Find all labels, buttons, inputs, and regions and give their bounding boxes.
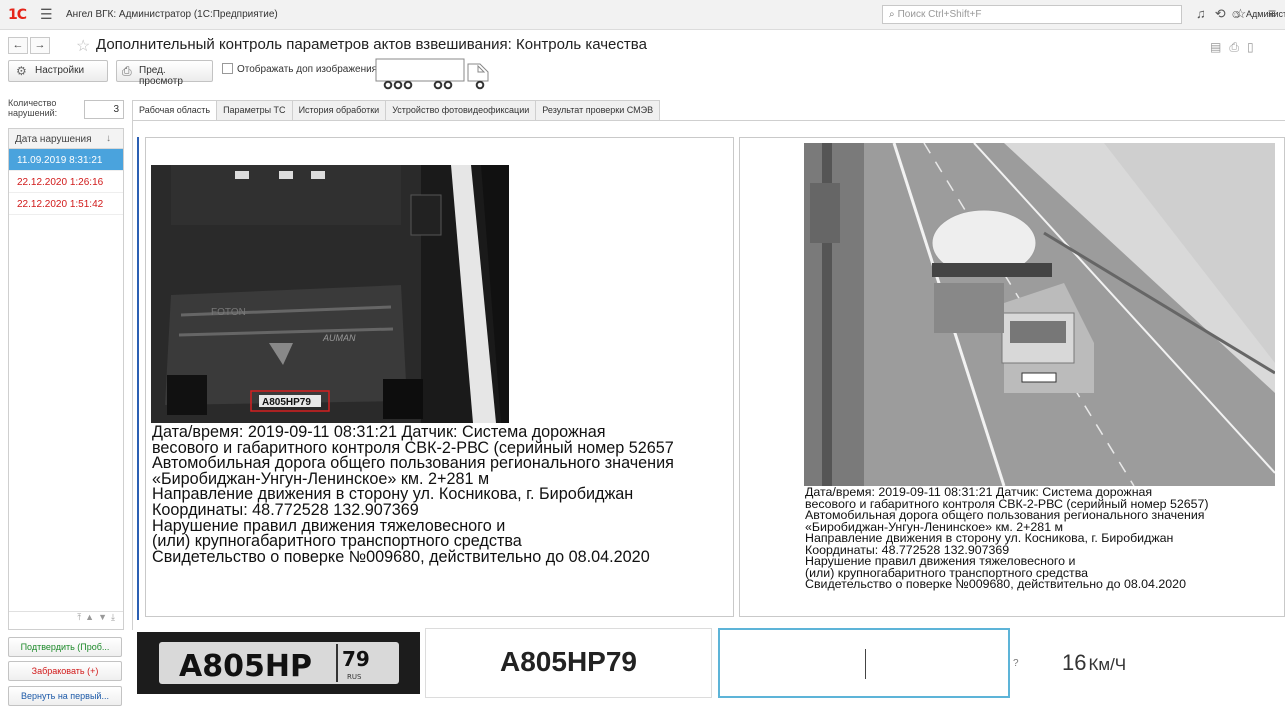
preview-button[interactable]: ⎙ Пред. просмотр bbox=[116, 60, 213, 87]
scroll-down-icon[interactable]: ▼ bbox=[98, 612, 111, 622]
scroll-up-icon[interactable]: ▲ bbox=[85, 612, 98, 622]
favorite-star-icon[interactable]: ☆ bbox=[76, 36, 90, 56]
return-button[interactable]: Вернуть на первый... bbox=[8, 686, 122, 706]
tab-smev-result[interactable]: Результат проверки СМЭВ bbox=[535, 100, 661, 120]
form-header-icons: ▤⎙▯ bbox=[1210, 40, 1262, 55]
forward-button[interactable]: → bbox=[30, 37, 50, 54]
svg-text:FOTON: FOTON bbox=[211, 307, 246, 318]
overview-camera-photo[interactable] bbox=[804, 143, 1275, 486]
scroll-top-icon[interactable]: ⤒ bbox=[77, 612, 85, 622]
tab-vehicle-params[interactable]: Параметры ТС bbox=[216, 100, 293, 120]
photo-plate-text: А805НР79 bbox=[262, 397, 311, 408]
settings-icon: ⚙ bbox=[16, 64, 27, 78]
settings-label: Настройки bbox=[35, 65, 85, 76]
reject-button[interactable]: Забраковать (+) bbox=[8, 661, 122, 681]
search-icon: ⌕ bbox=[889, 9, 895, 20]
preview-label: Пред. просмотр bbox=[139, 65, 183, 87]
speed-value: 16 bbox=[1062, 650, 1087, 675]
notifications-icon[interactable]: ♫ bbox=[1196, 6, 1215, 21]
tab-photo-device[interactable]: Устройство фотовидеофиксации bbox=[385, 100, 537, 120]
main-menu-icon[interactable]: ☰ bbox=[40, 6, 53, 23]
settings-menu-icon[interactable]: ≡ bbox=[1268, 5, 1276, 21]
overview-photo-caption: Дата/время: 2019-09-11 08:31:21 Датчик: … bbox=[805, 486, 1209, 591]
user-icon[interactable]: ☺ bbox=[1230, 7, 1242, 21]
focus-indicator bbox=[137, 137, 139, 620]
list-scroll-controls: ⤒▲▼⤓ bbox=[9, 611, 123, 629]
plate-input-field[interactable] bbox=[718, 628, 1010, 698]
settings-button[interactable]: ⚙ Настройки bbox=[8, 60, 108, 82]
back-button[interactable]: ← bbox=[8, 37, 28, 54]
scroll-bottom-icon[interactable]: ⤓ bbox=[111, 612, 119, 622]
plate-crop-region: 79 bbox=[342, 647, 370, 671]
more-icon[interactable]: ▯ bbox=[1247, 40, 1262, 54]
road-overview-image bbox=[804, 143, 1275, 486]
column-header-date[interactable]: Дата нарушения ↓ bbox=[9, 129, 123, 149]
page-title: Дополнительный контроль параметров актов… bbox=[96, 36, 647, 53]
list-item[interactable]: 11.09.2019 8:31:21 bbox=[9, 149, 123, 171]
tab-workspace[interactable]: Рабочая область bbox=[132, 100, 218, 121]
confirm-button[interactable]: Подтвердить (Проб... bbox=[8, 637, 122, 657]
plate-crop-image: А805НР 79 RUS bbox=[137, 632, 420, 694]
title-bar: 1С ☰ Ангел ВГК: Администратор (1С:Предпр… bbox=[0, 0, 1285, 30]
list-item[interactable]: 22.12.2020 1:51:42 bbox=[9, 193, 123, 215]
extra-images-checkbox[interactable]: Отображать доп изображения bbox=[222, 63, 377, 75]
help-mark: ? bbox=[1013, 658, 1019, 669]
front-camera-photo[interactable]: FOTON AUMAN А805НР79 bbox=[151, 165, 509, 423]
truck-front-image: FOTON AUMAN А805НР79 bbox=[151, 165, 509, 423]
speed-unit: Км/Ч bbox=[1088, 655, 1127, 674]
plate-crop-text: А805НР bbox=[179, 649, 312, 684]
save-icon[interactable]: ▤ bbox=[1210, 40, 1229, 54]
search-placeholder: Поиск Ctrl+Shift+F bbox=[897, 9, 982, 20]
svg-text:AUMAN: AUMAN bbox=[322, 333, 356, 343]
checkbox-box[interactable] bbox=[222, 63, 233, 74]
recognized-plate: А805НР79 bbox=[425, 628, 712, 698]
tab-bar: Рабочая область Параметры ТС История обр… bbox=[132, 100, 661, 121]
plate-crop-country: RUS bbox=[347, 673, 362, 681]
violations-list: Дата нарушения ↓ 11.09.2019 8:31:21 22.1… bbox=[8, 128, 124, 630]
app-logo: 1С bbox=[8, 7, 27, 23]
current-user[interactable]: Администратор bbox=[1246, 9, 1285, 19]
truck-axles-icon bbox=[375, 58, 489, 90]
front-photo-caption: Дата/время: 2019-09-11 08:31:21 Датчик: … bbox=[152, 424, 674, 566]
caption-line: Свидетельство о поверке №009680, действи… bbox=[805, 577, 1186, 591]
extra-images-label: Отображать доп изображения bbox=[237, 64, 378, 75]
list-item[interactable]: 22.12.2020 1:26:16 bbox=[9, 171, 123, 193]
sort-arrow-icon[interactable]: ↓ bbox=[106, 133, 111, 144]
printer-icon: ⎙ bbox=[122, 64, 132, 78]
app-title: Ангел ВГК: Администратор (1С:Предприятие… bbox=[66, 9, 278, 20]
violations-count-label: Количество нарушений: bbox=[8, 98, 58, 118]
column-header-label: Дата нарушения bbox=[15, 134, 92, 145]
violations-count-field[interactable]: 3 bbox=[84, 100, 124, 119]
speed-readout: 16 Км/Ч bbox=[1062, 650, 1126, 676]
caption-line: Свидетельство о поверке №009680, действи… bbox=[152, 547, 650, 566]
text-cursor bbox=[865, 649, 866, 679]
print-icon[interactable]: ⎙ bbox=[1229, 40, 1247, 54]
global-search-input[interactable]: ⌕ Поиск Ctrl+Shift+F bbox=[882, 5, 1182, 24]
tab-processing-history[interactable]: История обработки bbox=[291, 100, 387, 120]
